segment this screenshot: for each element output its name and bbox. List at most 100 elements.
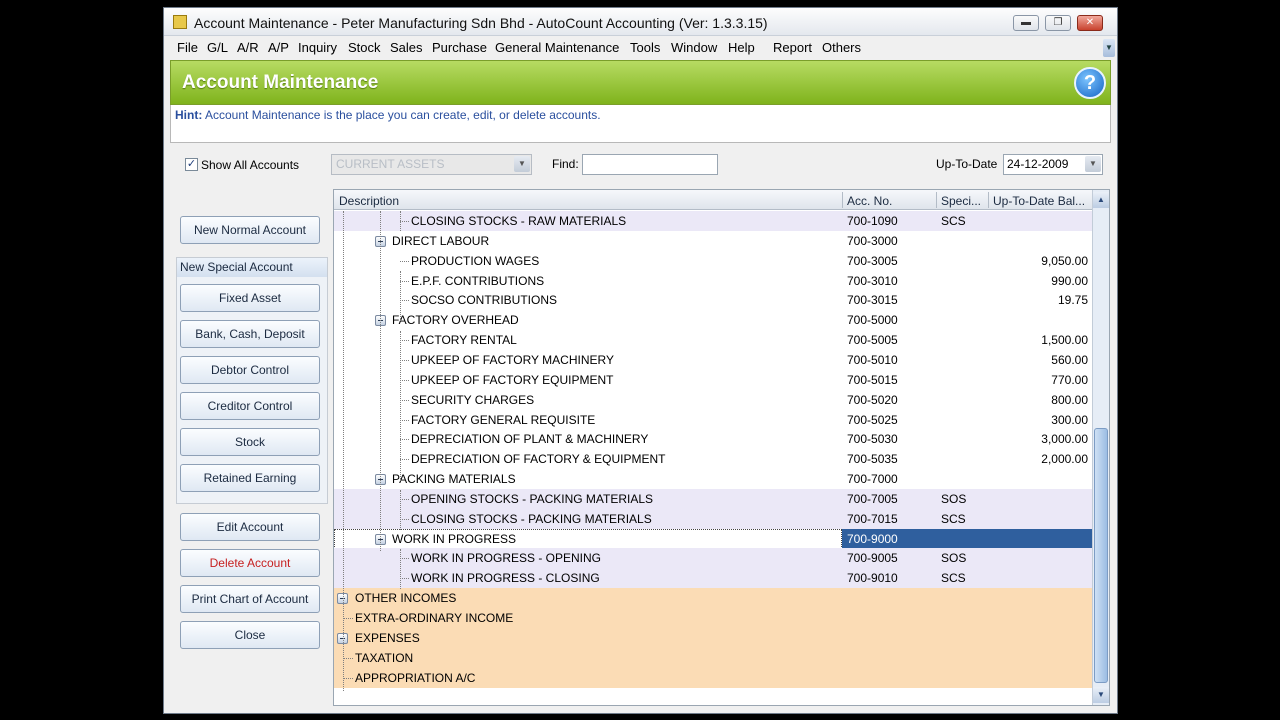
table-row[interactable]: SOCSO CONTRIBUTIONS 700-3015 19.75 — [334, 290, 1092, 310]
scroll-down-icon[interactable]: ▼ — [1093, 687, 1109, 703]
table-row[interactable]: SECURITY CHARGES 700-5020 800.00 — [334, 390, 1092, 410]
table-row[interactable]: TAXATION — [334, 647, 1092, 668]
menu-inquiry[interactable]: Inquiry — [298, 40, 337, 55]
print-chart-of-account-button[interactable]: Print Chart of Account — [180, 585, 320, 613]
creditor-control-button[interactable]: Creditor Control — [180, 392, 320, 420]
cell-acc-no: 700-7015 — [847, 511, 898, 526]
minimize-icon[interactable]: ▬ — [1013, 15, 1039, 31]
scroll-up-icon[interactable]: ▲ — [1093, 192, 1109, 208]
table-row[interactable]: APPROPRIATION A/C — [334, 667, 1092, 688]
table-row[interactable]: PACKING MATERIALS 700-7000 — [334, 469, 1092, 489]
tree-connector — [400, 498, 409, 500]
account-type-combo[interactable]: CURRENT ASSETS ▼ — [331, 154, 532, 175]
table-row[interactable]: EXTRA-ORDINARY INCOME — [334, 608, 1092, 628]
table-row[interactable]: FACTORY RENTAL 700-5005 1,500.00 — [334, 330, 1092, 350]
column-balance[interactable]: Up-To-Date Bal... — [993, 194, 1085, 208]
edit-account-button[interactable]: Edit Account — [180, 513, 320, 541]
cell-description: DEPRECIATION OF FACTORY & EQUIPMENT — [411, 452, 666, 467]
tree-connector — [400, 399, 409, 401]
find-input[interactable] — [582, 154, 718, 175]
table-row[interactable]: E.P.F. CONTRIBUTIONS 700-3010 990.00 — [334, 271, 1092, 291]
tree-connector — [400, 439, 409, 441]
close-button[interactable]: Close — [180, 621, 320, 649]
account-tree-grid[interactable]: Description Acc. No. Speci... Up-To-Date… — [333, 189, 1110, 706]
table-row[interactable]: UPKEEP OF FACTORY EQUIPMENT 700-5015 770.0… — [334, 370, 1092, 390]
help-icon[interactable]: ? — [1074, 67, 1106, 99]
cell-description: APPROPRIATION A/C — [355, 670, 476, 685]
retained-earning-button[interactable]: Retained Earning — [180, 464, 320, 492]
cell-description: UPKEEP OF FACTORY MACHINERY — [411, 352, 614, 367]
uptodate-date-field[interactable]: 24-12-2009 ▼ — [1003, 154, 1103, 175]
cell-description: OPENING STOCKS - PACKING MATERIALS — [411, 491, 654, 506]
menu-sales[interactable]: Sales — [390, 40, 423, 55]
menu-others[interactable]: Others — [822, 40, 861, 55]
tree-guide-line — [380, 211, 381, 551]
chevron-down-icon[interactable]: ▼ — [1085, 156, 1101, 172]
column-description[interactable]: Description — [339, 194, 399, 208]
title-bar[interactable]: Account Maintenance - Peter Manufacturin… — [164, 8, 1117, 36]
debtor-control-button[interactable]: Debtor Control — [180, 356, 320, 384]
column-separator[interactable] — [842, 192, 843, 208]
vertical-scrollbar[interactable]: ▲ ▼ — [1092, 190, 1109, 705]
column-separator[interactable] — [988, 192, 989, 208]
cell-description: WORK IN PROGRESS — [392, 531, 517, 546]
cell-acc-no: 700-3010 — [847, 273, 898, 288]
menu-tools[interactable]: Tools — [630, 40, 660, 55]
column-separator[interactable] — [936, 192, 937, 208]
new-normal-account-button[interactable]: New Normal Account — [180, 216, 320, 244]
delete-account-button[interactable]: Delete Account — [180, 549, 320, 577]
tree-connector — [400, 340, 409, 342]
hint-text: Account Maintenance is the place you can… — [205, 108, 601, 122]
table-row[interactable]: OPENING STOCKS - PACKING MATERIALS 700-70… — [334, 488, 1092, 509]
tree-guide-line — [400, 331, 401, 481]
table-row[interactable]: FACTORY GENERAL REQUISITE 700-5025 300.00 — [334, 410, 1092, 430]
table-row[interactable]: DEPRECIATION OF PLANT & MACHINERY 700-503… — [334, 429, 1092, 449]
cell-acc-no: 700-5000 — [847, 313, 898, 328]
chevron-down-icon[interactable]: ▼ — [1103, 39, 1115, 57]
table-row[interactable]: CLOSING STOCKS - PACKING MATERIALS 700-70… — [334, 508, 1092, 529]
table-row[interactable]: UPKEEP OF FACTORY MACHINERY 700-5010 560.0… — [334, 350, 1092, 370]
table-row[interactable]: DIRECT LABOUR 700-3000 — [334, 231, 1092, 251]
table-row[interactable]: EXPENSES — [334, 627, 1092, 648]
tree-connector — [400, 221, 409, 222]
table-row[interactable]: WORK IN PROGRESS - CLOSING 700-9010 SCS — [334, 568, 1092, 589]
menu-ar[interactable]: A/R — [237, 40, 259, 55]
tree-connector — [400, 359, 409, 361]
cell-acc-no: 700-5020 — [847, 392, 898, 407]
stock-button[interactable]: Stock — [180, 428, 320, 456]
menu-purchase[interactable]: Purchase — [432, 40, 487, 55]
table-row[interactable]: CLOSING STOCKS - RAW MATERIALS 700-1090 SC… — [334, 211, 1092, 231]
new-special-account-header: New Special Account — [177, 258, 327, 277]
page-title: Account Maintenance — [182, 72, 379, 93]
cell-description: SECURITY CHARGES — [411, 392, 535, 407]
column-special[interactable]: Speci... — [941, 194, 981, 208]
cell-description: EXPENSES — [355, 630, 420, 645]
menu-window[interactable]: Window — [671, 40, 717, 55]
tree-connector — [400, 558, 409, 560]
table-row[interactable]: PRODUCTION WAGES 700-3005 9,050.00 — [334, 251, 1092, 271]
table-row-selected[interactable]: WORK IN PROGRESS 700-9000 — [334, 528, 1092, 549]
column-acc-no[interactable]: Acc. No. — [847, 194, 892, 208]
table-row[interactable]: FACTORY OVERHEAD 700-5000 — [334, 310, 1092, 330]
bank-cash-deposit-button[interactable]: Bank, Cash, Deposit — [180, 320, 320, 348]
fixed-asset-button[interactable]: Fixed Asset — [180, 284, 320, 312]
menu-gl[interactable]: G/L — [207, 40, 228, 55]
menu-report[interactable]: Report — [773, 40, 812, 55]
scroll-thumb[interactable] — [1094, 428, 1108, 683]
chevron-down-icon[interactable]: ▼ — [514, 156, 530, 172]
menu-file[interactable]: File — [177, 40, 198, 55]
table-row[interactable]: OTHER INCOMES — [334, 588, 1092, 609]
table-row[interactable]: WORK IN PROGRESS - OPENING 700-9005 SOS — [334, 548, 1092, 569]
tree-connector — [400, 578, 409, 580]
menu-help[interactable]: Help — [728, 40, 755, 55]
show-all-accounts-checkbox[interactable]: ✓ — [185, 158, 198, 171]
menu-general-maintenance[interactable]: General Maintenance — [495, 40, 619, 55]
tree-guide-line — [343, 211, 344, 691]
menu-stock[interactable]: Stock — [348, 40, 381, 55]
date-picker[interactable]: ▼ — [1085, 155, 1102, 174]
restore-icon[interactable]: ❐ — [1045, 15, 1071, 31]
menu-ap[interactable]: A/P — [268, 40, 289, 55]
close-icon[interactable]: ✕ — [1077, 15, 1103, 31]
tree-connector — [400, 300, 409, 302]
table-row[interactable]: DEPRECIATION OF FACTORY & EQUIPMENT 700-5… — [334, 449, 1092, 469]
